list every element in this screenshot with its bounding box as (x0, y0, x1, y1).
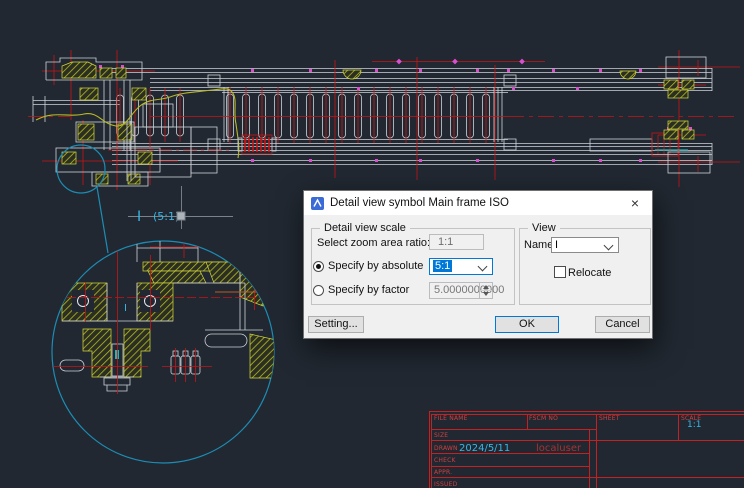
chevron-down-icon (604, 241, 614, 251)
relocate-checkbox[interactable] (554, 266, 566, 278)
appr-label: APPR. (434, 469, 452, 476)
factor-value: 5.0000000000 (434, 284, 504, 296)
setting-button[interactable]: Setting... (308, 316, 364, 333)
dialog-title: Detail view symbol Main frame ISO (330, 197, 509, 209)
absolute-scale-combobox[interactable]: 5:1 (429, 258, 493, 275)
factor-spinner: 5.0000000000 (429, 282, 493, 299)
detail-view-circle: I (52, 230, 276, 463)
view-name-combobox[interactable]: I (551, 237, 619, 253)
view-group-label: View (528, 222, 560, 234)
conveyor-rollers (117, 75, 517, 150)
detail-view-symbol-dialog: Detail view symbol Main frame ISO × Deta… (303, 190, 653, 339)
absolute-scale-value: 5:1 (433, 260, 452, 272)
sheet-label: SHEET (599, 415, 620, 422)
detail-callout-label: I (5:1) (128, 186, 233, 229)
relocate-label: Relocate (568, 267, 611, 279)
chevron-down-icon (478, 262, 488, 272)
break-line (36, 70, 636, 158)
spinner-down-icon[interactable] (480, 290, 492, 299)
specify-by-absolute-label: Specify by absolute (328, 260, 423, 272)
callout-scale: (5:1) (153, 210, 179, 223)
file-name-label: FILE NAME (434, 415, 468, 422)
dialog-titlebar[interactable]: Detail view symbol Main frame ISO × (304, 191, 652, 215)
cad-application-window: I (5:1) (0, 0, 744, 488)
grip-handle[interactable] (177, 212, 185, 220)
motor-block (127, 104, 217, 181)
drawn-date-value: 2024/5/11 (459, 443, 510, 454)
dialog-app-icon (311, 197, 324, 210)
drawn-by-value: localuser (536, 443, 582, 454)
specify-by-factor-radio[interactable] (313, 285, 324, 296)
view-name-value: I (555, 239, 558, 251)
close-icon[interactable]: × (618, 191, 652, 215)
title-block: FILE NAME FSCM NO SHEET SCALE SIZE DRAWN… (429, 412, 744, 488)
scale-group-label: Detail view scale (320, 222, 410, 234)
zoom-area-ratio-field: 1:1 (429, 234, 484, 250)
drawn-label: DRAWN (434, 445, 458, 452)
issued-label: ISSUED (434, 481, 458, 488)
callout-letter: I (137, 209, 141, 225)
specify-by-factor-label: Specify by factor (328, 284, 409, 296)
spinner-buttons[interactable] (479, 283, 492, 298)
detail-marker-letter: I (124, 303, 127, 314)
check-label: CHECK (434, 457, 456, 464)
ok-button[interactable]: OK (495, 316, 559, 333)
specify-by-absolute-radio[interactable] (313, 261, 324, 272)
size-label: SIZE (434, 432, 448, 439)
cancel-button[interactable]: Cancel (595, 316, 650, 333)
fscm-no-label: FSCM NO (529, 415, 558, 422)
scale-value: 1:1 (687, 420, 701, 430)
zoom-area-ratio-label: Select zoom area ratio: (317, 237, 430, 249)
